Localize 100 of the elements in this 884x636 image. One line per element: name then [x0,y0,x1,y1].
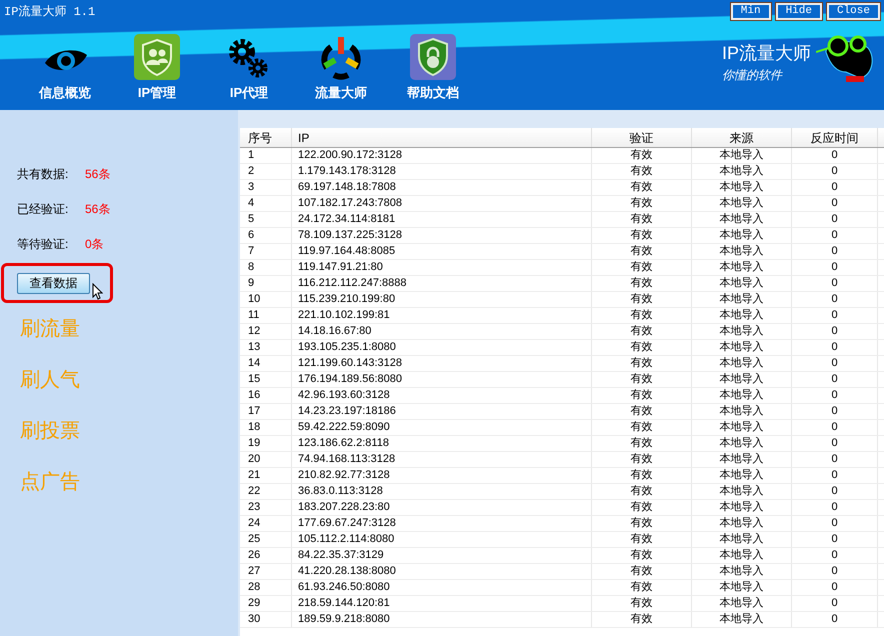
shield-users-icon [133,32,181,80]
table-cell: 21 [240,468,292,483]
table-cell: 0 [792,164,878,179]
column-header[interactable]: 序号 [240,128,292,147]
window-button[interactable]: Hide [776,3,822,20]
mouse-cursor-icon [92,283,103,300]
column-header[interactable]: IP [292,128,592,147]
table-cell: 本地导入 [692,244,792,259]
stat-label: 等待验证: [17,236,70,252]
table-cell: 本地导入 [692,452,792,467]
stat-label: 已经验证: [17,200,70,218]
table-cell: 14.18.16.67:80 [292,324,592,339]
table-cell: 183.207.228.23:80 [292,500,592,515]
table-cell: 本地导入 [692,196,792,211]
table-cell: 0 [792,276,878,291]
view-data-button[interactable]: 查看数据 [17,272,90,294]
nav-button[interactable]: 帮助文档 [396,30,470,102]
table-cell: 74.94.168.113:3128 [292,452,592,467]
table-cell: 本地导入 [692,292,792,307]
table-cell: 有效 [592,308,692,323]
table-cell: 0 [792,452,878,467]
table-cell: 3 [240,180,292,195]
table-cell: 有效 [592,324,692,339]
window-button[interactable]: Min [730,3,771,20]
table-cell: 有效 [592,404,692,419]
table-cell: 有效 [592,596,692,611]
stat-value: 56条 [85,200,110,218]
stat-label: 共有数据: [17,166,70,182]
column-header[interactable]: 来源 [692,128,792,147]
column-header[interactable]: 反应时间 [792,128,878,147]
table-cell: 27 [240,564,292,579]
brand-name: IP流量大师 [722,42,812,64]
table-cell: 8 [240,260,292,275]
table-cell: 6 [240,228,292,243]
table-cell: 0 [792,436,878,451]
table-cell: 本地导入 [692,340,792,355]
table-cell: 本地导入 [692,596,792,611]
table-cell: 121.199.60.143:3128 [292,356,592,371]
table-cell: 有效 [592,580,692,595]
table-cell: 19 [240,436,292,451]
table-cell: 有效 [592,532,692,547]
table-cell: 有效 [592,564,692,579]
table-cell: 0 [792,532,878,547]
table-cell: 本地导入 [692,276,792,291]
table-cell: 本地导入 [692,468,792,483]
table-cell: 本地导入 [692,404,792,419]
table-cell: 0 [792,260,878,275]
table-cell: 23 [240,500,292,515]
table-cell: 有效 [592,548,692,563]
table-cell: 0 [792,356,878,371]
table-cell: 有效 [592,516,692,531]
table-cell: 本地导入 [692,548,792,563]
table-cell: 115.239.210.199:80 [292,292,592,307]
table-cell: 有效 [592,228,692,243]
table-cell: 15 [240,372,292,387]
table-cell: 0 [792,580,878,595]
table-cell: 本地导入 [692,308,792,323]
table-cell: 221.10.102.199:81 [292,308,592,323]
table-cell: 18 [240,420,292,435]
table-cell: 0 [792,180,878,195]
table-cell: 本地导入 [692,500,792,515]
table-cell: 0 [792,212,878,227]
window-button[interactable]: Close [826,3,880,20]
table-cell: 10 [240,292,292,307]
table-cell: 有效 [592,500,692,515]
table-cell: 123.186.62.2:8118 [292,436,592,451]
table-cell: 107.182.17.243:7808 [292,196,592,211]
table-cell: 0 [792,596,878,611]
table-cell: 有效 [592,484,692,499]
table-cell: 0 [792,292,878,307]
table-cell: 有效 [592,212,692,227]
table-cell: 119.147.91.21:80 [292,260,592,275]
table-cell: 本地导入 [692,580,792,595]
table-cell: 0 [792,564,878,579]
nav-button[interactable]: IP管理 [120,30,194,102]
table-cell: 有效 [592,420,692,435]
table-cell: 有效 [592,180,692,195]
table-cell: 84.22.35.37:3129 [292,548,592,563]
table-cell: 0 [792,612,878,627]
table-cell: 59.42.222.59:8090 [292,420,592,435]
table-cell: 0 [792,388,878,403]
table-cell: 本地导入 [692,260,792,275]
table-cell: 5 [240,212,292,227]
nav-button[interactable]: 流量大师 [304,30,378,102]
column-header[interactable]: 验证 [592,128,692,147]
table-cell: 189.59.9.218:8080 [292,612,592,627]
table-cell: 本地导入 [692,356,792,371]
table-cell: 本地导入 [692,532,792,547]
nav-button[interactable]: IP代理 [212,30,286,102]
table-cell: 17 [240,404,292,419]
nav-button[interactable]: 信息概览 [28,30,102,102]
table-cell: 7 [240,244,292,259]
table-cell: 78.109.137.225:3128 [292,228,592,243]
table-cell: 有效 [592,468,692,483]
table-cell: 0 [792,404,878,419]
table-cell: 0 [792,340,878,355]
table-cell: 本地导入 [692,180,792,195]
table-cell: 本地导入 [692,324,792,339]
table-cell: 22 [240,484,292,499]
table-cell: 24.172.34.114:8181 [292,212,592,227]
